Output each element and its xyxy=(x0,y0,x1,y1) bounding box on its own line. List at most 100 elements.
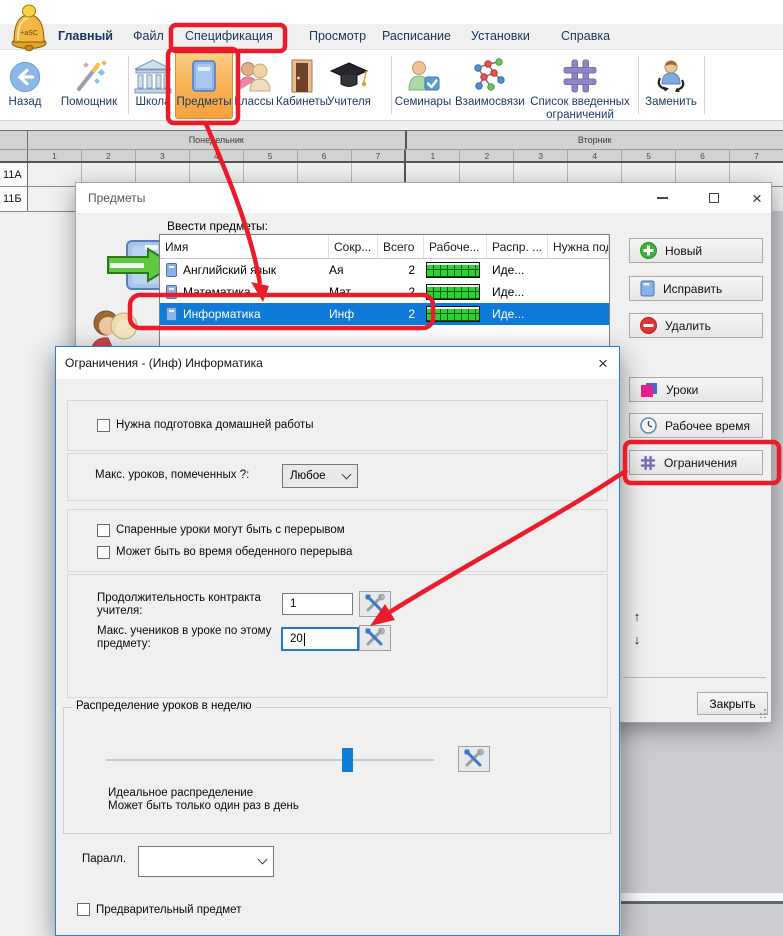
background-splitter xyxy=(621,893,783,901)
door-icon xyxy=(276,52,328,94)
menu-settings[interactable]: Установки xyxy=(471,29,530,43)
max-students-label-line2: предмету: xyxy=(97,638,151,650)
background-splitter-line xyxy=(621,901,783,904)
distribution-slider-track[interactable] xyxy=(106,759,434,761)
col-abbr[interactable]: Сокр... xyxy=(329,235,378,258)
back-icon xyxy=(2,52,48,94)
clock-icon xyxy=(640,417,657,434)
contract-label-line2: учителя: xyxy=(97,605,142,617)
menu-bar: Главный Файл Спецификация Просмотр Распи… xyxy=(0,24,783,50)
toolbar-wizard-button[interactable]: Помощник xyxy=(52,52,126,109)
resize-grip[interactable] xyxy=(757,708,767,718)
toolbar-links-button[interactable]: Взаимосвязи xyxy=(455,52,523,109)
max-marked-select[interactable]: Любое xyxy=(282,464,358,488)
col-distribution[interactable]: Распр. ... xyxy=(487,235,548,258)
toolbar-school-button[interactable]: Школа xyxy=(131,52,175,109)
seminars-person-check-icon xyxy=(393,52,453,94)
menu-view[interactable]: Просмотр xyxy=(309,29,366,43)
lunch-break-checkbox[interactable] xyxy=(97,546,110,559)
subjects-table-header: Имя Сокр... Всего Рабоче... Распр. ... Н… xyxy=(160,235,609,259)
lessons-button[interactable]: Уроки xyxy=(629,377,763,402)
text-caret xyxy=(304,633,305,646)
worktime-button[interactable]: Рабочее время xyxy=(629,413,763,438)
minimize-button[interactable] xyxy=(651,187,673,209)
distribution-line1: Идеальное распределение xyxy=(108,787,253,799)
close-button[interactable]: × xyxy=(746,187,768,209)
magic-wand-icon xyxy=(52,52,126,94)
subjects-book-icon xyxy=(176,52,232,94)
menu-specification[interactable]: Спецификация xyxy=(185,29,273,43)
asc-logo-bell-icon: +aSC xyxy=(5,2,53,55)
contract-label-line1: Продолжительность контракта xyxy=(97,592,261,604)
subject-row-informatics-selected[interactable]: Информатика Инф 2 Иде... xyxy=(160,303,609,325)
col-worktime[interactable]: Рабоче... xyxy=(424,235,487,258)
col-total[interactable]: Всего xyxy=(378,235,424,258)
contract-tools-button[interactable] xyxy=(359,591,391,617)
subjects-dialog-title: Предметы xyxy=(88,191,145,205)
maximize-button[interactable] xyxy=(703,187,725,209)
subject-row-english[interactable]: Английский язык Ая 2 Иде... xyxy=(160,259,609,281)
move-down-button[interactable]: ↓ xyxy=(629,632,645,647)
school-building-icon xyxy=(131,52,175,94)
max-students-input[interactable]: 20 xyxy=(281,627,359,651)
toolbar-seminars-button[interactable]: Семинары xyxy=(393,52,453,109)
toolbar-replace-button[interactable]: Заменить xyxy=(642,52,700,109)
toolbar-teachers-button[interactable]: Учителя xyxy=(326,52,372,109)
max-students-label-line1: Макс. учеников в уроке по этому xyxy=(97,625,271,637)
menu-file[interactable]: Файл xyxy=(133,29,164,43)
constraints-button[interactable]: Ограничения xyxy=(629,450,763,475)
lessons-icon xyxy=(640,381,658,398)
grid-day-monday: Понедельник xyxy=(28,131,405,149)
distribution-tools-button[interactable] xyxy=(458,746,490,772)
subjects-list-label: Ввести предметы: xyxy=(167,219,268,233)
constraints-dialog-titlebar[interactable]: Ограничения - (Инф) Информатика × xyxy=(56,347,619,379)
contract-input[interactable]: 1 xyxy=(282,593,353,615)
subject-book-icon xyxy=(166,285,177,299)
menu-main[interactable]: Главный xyxy=(58,29,113,43)
edit-book-icon xyxy=(640,280,655,297)
delete-button[interactable]: Удалить xyxy=(629,313,763,338)
max-marked-label: Макс. уроков, помеченных ?: xyxy=(95,469,249,481)
preliminary-label[interactable]: Предварительный предмет xyxy=(96,904,241,916)
toolbar-subjects-button[interactable]: Предметы xyxy=(175,51,233,119)
row-label-11b: 11Б xyxy=(0,187,28,211)
distribution-group-title: Распределение уроков в неделю xyxy=(72,700,256,712)
new-button[interactable]: Новый xyxy=(629,238,763,263)
homework-checkbox[interactable] xyxy=(97,419,110,432)
app-window: Главный Файл Спецификация Просмотр Распи… xyxy=(0,0,783,936)
distribution-line2: Может быть только один раз в день xyxy=(108,800,299,812)
double-lessons-label[interactable]: Спаренные уроки могут быть с перерывом xyxy=(116,524,345,536)
col-homework[interactable]: Нужна подг xyxy=(548,235,609,258)
divider xyxy=(623,677,766,678)
lunch-break-label[interactable]: Может быть во время обеденного перерыва xyxy=(116,546,352,558)
toolbar-rooms-button[interactable]: Кабинеты xyxy=(276,52,328,109)
graduation-cap-icon xyxy=(326,52,372,94)
grid-day-header: Понедельник Вторник xyxy=(0,131,783,150)
worktime-cells xyxy=(426,284,480,300)
toolbar-classes-button[interactable]: Классы xyxy=(233,52,275,109)
constraints-hash-icon xyxy=(640,455,656,471)
subjects-dialog-titlebar[interactable]: Предметы × xyxy=(76,183,771,213)
worktime-cells xyxy=(426,262,480,278)
move-up-button[interactable]: ↑ xyxy=(629,609,645,624)
toolbar-back-button[interactable]: Назад xyxy=(2,52,48,109)
col-name[interactable]: Имя xyxy=(160,235,329,258)
close-button[interactable]: × xyxy=(592,352,614,374)
menu-timetable[interactable]: Расписание xyxy=(382,29,451,43)
toolbar-constraints-list-button[interactable]: Список введенных ограничений xyxy=(527,52,633,121)
toolbar-separator xyxy=(128,56,129,114)
row-label-11a: 11А xyxy=(0,163,28,186)
subject-book-icon xyxy=(166,307,177,321)
parallel-select[interactable] xyxy=(138,846,274,877)
preliminary-checkbox[interactable] xyxy=(77,903,90,916)
svg-text:+aSC: +aSC xyxy=(20,30,38,37)
distribution-slider-thumb[interactable] xyxy=(342,748,353,772)
edit-button[interactable]: Исправить xyxy=(629,276,763,301)
menu-help[interactable]: Справка xyxy=(561,29,610,43)
double-lessons-checkbox[interactable] xyxy=(97,524,110,537)
homework-label[interactable]: Нужна подготовка домашней работы xyxy=(116,419,314,431)
tools-icon xyxy=(364,628,386,648)
classes-people-icon xyxy=(233,52,275,94)
max-students-tools-button[interactable] xyxy=(359,625,391,651)
subject-row-math[interactable]: Математика Мат 2 Иде... xyxy=(160,281,609,303)
